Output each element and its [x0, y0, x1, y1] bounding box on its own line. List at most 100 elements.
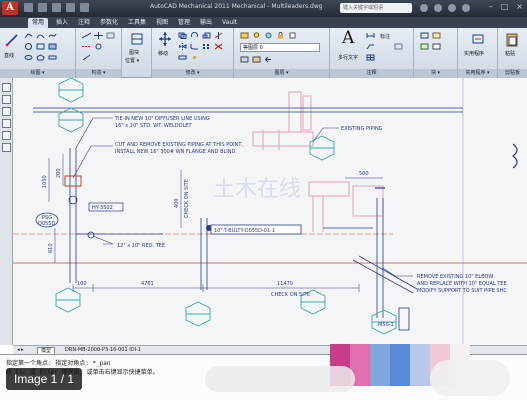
- explode-icon[interactable]: [190, 54, 199, 61]
- circle-icon[interactable]: [24, 43, 33, 50]
- ellipse-icon[interactable]: [24, 54, 33, 61]
- move-button-label[interactable]: 移动: [158, 50, 168, 57]
- tab-parametric[interactable]: 参数化: [96, 18, 122, 28]
- line-button-label[interactable]: 直线: [4, 52, 14, 59]
- dim-500: 500: [359, 171, 369, 177]
- minimize-button[interactable]: –: [489, 2, 493, 11]
- rectangle-icon[interactable]: [36, 43, 45, 50]
- block-button-label[interactable]: 图块: [129, 49, 139, 56]
- construction-panel-label[interactable]: 构造 ▾: [76, 69, 121, 78]
- polyline-icon[interactable]: [24, 32, 33, 39]
- offset-icon[interactable]: [94, 43, 103, 50]
- note-tie-in-2: 16" x 10" STD. WT. WELDOLET: [115, 123, 193, 129]
- tab-insert[interactable]: 插入: [52, 18, 72, 28]
- open-file-icon[interactable]: [38, 3, 47, 12]
- draw-panel-label[interactable]: 绘图 ▾: [0, 69, 75, 78]
- position-button-label[interactable]: 位置 ▾: [125, 57, 139, 64]
- drawing-canvas[interactable]: 土木在线 TIE-IN NEW 10" DIFFUSER LINE USING …: [13, 78, 527, 345]
- tab-layout[interactable]: DRN-MB-2000-P3-16-001 IDI-1: [65, 347, 141, 354]
- redo-icon[interactable]: [80, 3, 89, 12]
- dimension-button-label[interactable]: 标注: [380, 33, 390, 40]
- maximize-button[interactable]: □: [501, 2, 509, 11]
- paste-icon[interactable]: [505, 31, 519, 47]
- polygon-icon[interactable]: [36, 54, 45, 61]
- hatch-icon[interactable]: [48, 43, 57, 50]
- tab-view[interactable]: 视图: [152, 18, 172, 28]
- tab-home[interactable]: 常用: [28, 18, 49, 28]
- utilities-button-label[interactable]: 实用程序: [464, 50, 484, 57]
- block-icon[interactable]: [130, 31, 144, 47]
- attribute-icon[interactable]: [432, 43, 441, 50]
- tab-toolsets[interactable]: 工具集: [124, 18, 150, 28]
- arc-icon[interactable]: [36, 32, 45, 39]
- application-menu-button[interactable]: A: [2, 1, 18, 15]
- construction-more-icon[interactable]: [106, 32, 115, 39]
- layers-panel-label[interactable]: 图层 ▾: [234, 69, 329, 78]
- save-icon[interactable]: [52, 3, 61, 12]
- lightbulb-icon[interactable]: [252, 32, 261, 39]
- ray-icon[interactable]: [82, 54, 91, 61]
- paste-button-label[interactable]: 粘贴: [505, 50, 515, 57]
- line-tag-text: 10"-T-BULTY-D055D-01-1: [214, 228, 275, 234]
- help-icon[interactable]: [462, 4, 470, 12]
- utilities-panel-label[interactable]: 实用程序 ▾: [458, 69, 497, 78]
- blocks-panel-label[interactable]: 块 ▾: [414, 69, 457, 78]
- region-icon[interactable]: [48, 54, 57, 61]
- annotation-more-icon[interactable]: [394, 43, 403, 50]
- search-input[interactable]: 键入关键字或短语: [340, 3, 412, 13]
- layer-previous-icon[interactable]: [264, 56, 273, 63]
- layer-properties-icon[interactable]: [240, 32, 249, 39]
- create-block-icon[interactable]: [432, 32, 441, 39]
- tool-properties-icon[interactable]: [2, 119, 11, 128]
- layer-combo[interactable]: 等图层 0: [240, 43, 320, 52]
- centerline-icon[interactable]: [82, 43, 91, 50]
- new-file-icon[interactable]: [24, 3, 33, 12]
- tool-pan-icon[interactable]: [2, 83, 11, 92]
- clipboard-panel-label[interactable]: 剪贴板: [498, 69, 527, 78]
- tool-palette-icon[interactable]: [2, 143, 11, 152]
- undo-icon[interactable]: [66, 3, 75, 12]
- stretch-icon[interactable]: [178, 54, 187, 61]
- layer-match-icon[interactable]: [252, 56, 261, 63]
- spline-icon[interactable]: [48, 32, 57, 39]
- tab-output[interactable]: 输出: [196, 18, 216, 28]
- copy-icon[interactable]: [178, 32, 187, 39]
- fillet-icon[interactable]: [190, 43, 199, 50]
- rotate-icon[interactable]: [190, 32, 199, 39]
- line-icon[interactable]: [5, 32, 19, 48]
- table-icon[interactable]: [366, 54, 375, 61]
- tab-annotate[interactable]: 注释: [74, 18, 94, 28]
- tab-manage[interactable]: 管理: [174, 18, 194, 28]
- utilities-panel: 实用程序 实用程序 ▾: [458, 28, 498, 78]
- construction-line-icon[interactable]: [82, 32, 91, 39]
- move-icon[interactable]: [158, 31, 172, 47]
- array-icon[interactable]: [202, 43, 211, 50]
- freeze-icon[interactable]: [264, 32, 273, 39]
- mirror-icon[interactable]: [178, 43, 187, 50]
- tool-zoom-icon[interactable]: [2, 95, 11, 104]
- xline-icon[interactable]: [94, 32, 103, 39]
- lock-icon[interactable]: [276, 32, 285, 39]
- layer-color-icon[interactable]: [288, 32, 297, 39]
- multiline-text-button-label[interactable]: 多行文字: [338, 54, 358, 61]
- layout-nav-arrows[interactable]: ◂ ▸: [17, 347, 24, 354]
- measure-icon[interactable]: [471, 31, 485, 47]
- erase-icon[interactable]: [214, 43, 223, 50]
- search-icon[interactable]: [420, 4, 428, 12]
- annotation-panel-label[interactable]: 注释: [330, 69, 413, 78]
- edit-block-icon[interactable]: [420, 43, 429, 50]
- tool-layers-icon[interactable]: [2, 131, 11, 140]
- scale-icon[interactable]: [202, 32, 211, 39]
- communication-icon[interactable]: [434, 4, 442, 12]
- insert-block-icon[interactable]: [420, 32, 429, 39]
- modify-panel-label[interactable]: 修改 ▾: [152, 69, 233, 78]
- linear-dimension-icon[interactable]: [366, 32, 375, 39]
- close-button[interactable]: ×: [516, 2, 523, 11]
- favorites-icon[interactable]: [448, 4, 456, 12]
- leader-icon[interactable]: [366, 43, 375, 50]
- tab-vault[interactable]: Vault: [218, 18, 241, 28]
- text-icon[interactable]: A: [342, 28, 354, 48]
- tool-orbit-icon[interactable]: [2, 107, 11, 116]
- layer-state-icon[interactable]: [240, 56, 249, 63]
- trim-icon[interactable]: [214, 32, 223, 39]
